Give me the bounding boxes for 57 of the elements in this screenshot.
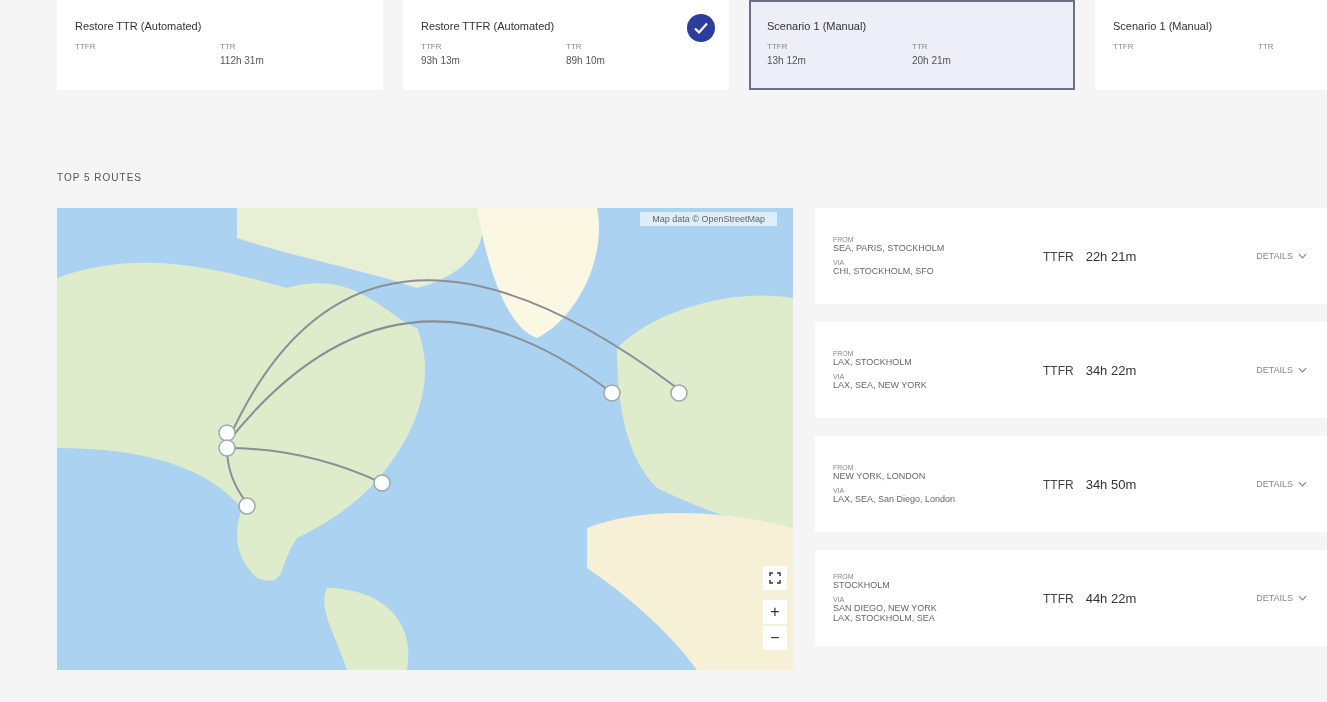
field-label: TTR [1258, 42, 1275, 51]
details-button[interactable]: DETAILS [1254, 249, 1309, 263]
route-value: STOCKHOLM [833, 580, 891, 590]
scenario-card[interactable]: Restore TTFR (Automated) TTFR 93h 13m TTR 89h 10m [403, 0, 729, 90]
field-value: 89h 10m [566, 55, 606, 66]
scenario-title: Scenario 1 (Manual) [1113, 20, 1214, 32]
details-button[interactable]: DETAILS [1254, 477, 1309, 491]
field-label: TTR [220, 42, 237, 51]
metric-time: 34h 50m [1085, 476, 1137, 492]
map-pin-icon[interactable] [238, 497, 256, 515]
section-title: TOP 5 ROUTES [57, 172, 143, 183]
route-value: SEA, PARIS, STOCKHOLM [833, 243, 946, 253]
chevron-down-icon [1298, 595, 1307, 601]
scenario-card[interactable]: Restore TTR (Automated) TTFR TTR 112h 31m [57, 0, 383, 90]
field-value: 13h 12m [767, 55, 807, 66]
route-value: LAX, SEA, NEW YORK [833, 380, 928, 390]
route-value: CHI, STOCKHOLM, SFO [833, 266, 935, 276]
map-pin-icon[interactable] [603, 384, 621, 402]
field-label: TTR [566, 42, 583, 51]
field-label: TTFR [1113, 42, 1135, 51]
route-value: SAN DIEGO, NEW YORK [833, 603, 938, 613]
route-value: LAX, STOCKHOLM, SEA [833, 613, 936, 623]
chevron-down-icon [1298, 253, 1307, 259]
field-value: 20h 21m [912, 55, 952, 66]
route-value: LAX, SEA, San Diego, London [833, 494, 957, 504]
route-value: LAX, STOCKHOLM [833, 357, 913, 367]
details-button[interactable]: DETAILS [1254, 591, 1309, 605]
map-pin-icon[interactable] [373, 474, 391, 492]
scenario-title: Scenario 1 (Manual) [767, 20, 868, 32]
field-label: TTFR [75, 42, 97, 51]
scenario-card[interactable]: Scenario 1 (Manual) TTFR 13h 12m TTR 20h 21m [749, 0, 1075, 90]
chevron-down-icon [1298, 481, 1307, 487]
metric-label: TTFR [1043, 591, 1074, 606]
metric-time: 44h 22m [1085, 590, 1137, 606]
zoom-out-button[interactable]: − [763, 626, 787, 650]
scenario-card[interactable]: Scenario 1 (Manual) TTFR TTR [1095, 0, 1327, 90]
metric-label: TTFR [1043, 249, 1074, 264]
metric-time: 22h 21m [1085, 248, 1137, 264]
field-label: TTR [912, 42, 929, 51]
field-label: TTFR [421, 42, 443, 51]
map-pin-icon[interactable] [670, 384, 688, 402]
chevron-down-icon [1298, 367, 1307, 373]
zoom-in-button[interactable]: + [763, 600, 787, 624]
details-button[interactable]: DETAILS [1254, 363, 1309, 377]
map-pin-icon[interactable] [218, 439, 236, 457]
route-value: NEW YORK, LONDON [833, 471, 927, 481]
map-attribution: Map data © OpenStreetMap [640, 212, 777, 226]
metric-time: 34h 22m [1085, 362, 1137, 378]
fullscreen-button[interactable] [763, 566, 787, 590]
metric-label: TTFR [1043, 477, 1074, 492]
scenario-title: Restore TTFR (Automated) [421, 20, 556, 32]
metric-label: TTFR [1043, 363, 1074, 378]
scenario-title: Restore TTR (Automated) [75, 20, 203, 32]
field-value: 112h 31m [220, 55, 265, 66]
fullscreen-icon [769, 572, 781, 584]
field-label: TTFR [767, 42, 789, 51]
field-value: 93h 13m [421, 55, 461, 66]
